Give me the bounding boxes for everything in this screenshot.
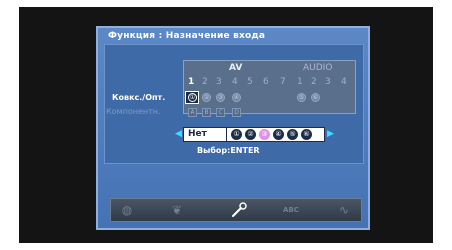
av-col-7: 7 [280,77,286,87]
chooser-left-arrow-icon[interactable]: ◀ [175,129,182,139]
audio-coax-5-icon[interactable]: ⑤ [297,93,306,102]
globe-icon[interactable]: ◍ [118,202,136,218]
chooser-option-4-icon[interactable]: ④ [273,129,284,140]
av-col-2: 2 [202,77,208,87]
chooser-right-arrow-icon[interactable]: ▶ [327,129,334,139]
audio-col-3: 3 [325,77,331,87]
row-label-coax-opt: Ковкс./Опт. [112,93,166,102]
audio-coax-6-icon[interactable]: ⑥ [311,93,320,102]
abc-icon[interactable]: ABC [282,202,300,218]
chooser-option-5-icon[interactable]: ⑤ [287,129,298,140]
leaf-icon[interactable]: ❦ [168,202,186,218]
chooser-divider [226,127,227,142]
chooser-option-3-icon[interactable]: ③ [259,129,270,140]
component-c-icon[interactable]: C [216,108,225,117]
component-d-icon[interactable]: D [232,108,241,117]
audio-col-2: 2 [311,77,317,87]
menu-title: Функция : Назначение входа [108,31,266,41]
component-b-icon[interactable]: B [202,108,211,117]
enter-hint: Выбор:ENTER [197,146,260,155]
waveform-icon[interactable]: ∿ [335,202,353,218]
coax-input-2-icon[interactable]: ② [202,93,211,102]
wrench-icon[interactable] [230,202,248,218]
audio-col-1: 1 [297,77,303,87]
coax-input-4-icon[interactable]: ④ [232,93,241,102]
audio-group-header: AUDIO [303,63,333,73]
av-col-1: 1 [188,77,195,87]
av-group-header: AV [229,63,243,73]
chooser-option-1-icon[interactable]: ① [231,129,242,140]
wrench-icon-graphic [232,202,247,217]
component-a-icon[interactable]: A [188,108,197,117]
av-col-3: 3 [216,77,222,87]
coax-input-3-icon[interactable]: ③ [216,93,225,102]
av-col-5: 5 [247,77,253,87]
chooser-none-option[interactable]: Нет [188,129,207,139]
coax-input-1-icon[interactable]: ① [188,93,197,102]
row-label-component: Компонентн. [106,107,161,116]
chooser-option-2-icon[interactable]: ② [245,129,256,140]
av-col-4: 4 [232,77,238,87]
chooser-option-6-icon[interactable]: ⑥ [301,129,312,140]
av-col-6: 6 [263,77,269,87]
audio-col-4: 4 [341,77,347,87]
